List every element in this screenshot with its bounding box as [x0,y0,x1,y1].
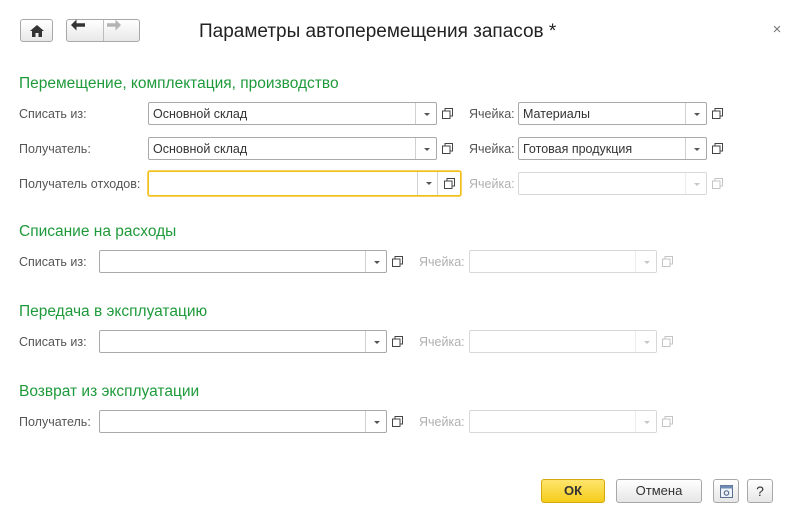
exploitation-cell-label: Ячейка: [419,335,465,349]
ok-button[interactable]: ОК [541,479,605,503]
open-form-icon [662,336,673,347]
expenses-cell-label: Ячейка: [419,255,465,269]
recipient-cell-value: Готовая продукция [523,142,633,156]
write-off-label: Списать из: [19,107,87,121]
chevron-down-icon[interactable] [685,138,706,159]
return-recipient-label: Получатель: [19,415,91,429]
open-form-icon [712,108,723,119]
chevron-down-icon[interactable] [415,103,436,124]
section-title-expenses: Списание на расходы [19,223,177,240]
open-form-icon [442,108,453,119]
return-cell-field [469,410,657,433]
open-form-icon [712,178,723,189]
help-button[interactable]: ? [747,479,773,503]
window-title: Параметры автоперемещения запасов * [199,21,557,42]
home-icon [29,24,44,37]
chevron-down-icon [635,411,656,432]
expenses-write-off-open-button[interactable] [387,250,407,273]
arrow-right-icon [107,19,121,31]
write-off-field[interactable]: Основной склад [148,102,437,125]
section-title-movement: Перемещение, комплектация, производство [19,75,339,92]
write-off-value: Основной склад [153,107,248,121]
write-off-cell-value: Материалы [523,107,590,121]
chevron-down-icon[interactable] [365,331,386,352]
home-button[interactable] [20,19,53,42]
expenses-write-off-label: Списать из: [19,255,87,269]
chevron-down-icon [685,173,706,194]
forward-button[interactable] [104,19,139,41]
exploitation-write-off-field[interactable] [99,330,387,353]
form-settings-button[interactable] [713,479,739,503]
cancel-button[interactable]: Отмена [616,479,702,503]
return-cell-label: Ячейка: [419,415,465,429]
open-form-icon [392,416,403,427]
waste-recipient-field[interactable] [148,171,461,196]
chevron-down-icon[interactable] [365,251,386,272]
expenses-cell-field [469,250,657,273]
open-form-icon [392,256,403,267]
open-form-icon [712,143,723,154]
chevron-down-icon[interactable] [417,172,438,195]
waste-cell-label: Ячейка: [469,177,515,191]
return-recipient-field[interactable] [99,410,387,433]
open-form-icon [392,336,403,347]
waste-recipient-open-button[interactable] [437,172,460,195]
return-recipient-open-button[interactable] [387,410,407,433]
chevron-down-icon[interactable] [685,103,706,124]
recipient-cell-field[interactable]: Готовая продукция [518,137,707,160]
recipient-open-button[interactable] [437,137,457,160]
open-form-icon [444,178,455,189]
nav-history-group [66,19,140,42]
exploitation-cell-field [469,330,657,353]
waste-cell-open-button [707,172,727,195]
recipient-cell-label: Ячейка: [469,142,515,156]
recipient-cell-open-button[interactable] [707,137,727,160]
write-off-cell-open-button[interactable] [707,102,727,125]
write-off-cell-label: Ячейка: [469,107,515,121]
chevron-down-icon[interactable] [415,138,436,159]
return-cell-open-button [657,410,677,433]
back-button[interactable] [67,19,103,41]
exploitation-cell-open-button [657,330,677,353]
recipient-field[interactable]: Основной склад [148,137,437,160]
expenses-cell-open-button [657,250,677,273]
form-settings-icon [720,485,733,498]
recipient-label: Получатель: [19,142,91,156]
chevron-down-icon[interactable] [365,411,386,432]
waste-cell-field [518,172,707,195]
open-form-icon [442,143,453,154]
expenses-write-off-field[interactable] [99,250,387,273]
recipient-value: Основной склад [153,142,248,156]
write-off-cell-field[interactable]: Материалы [518,102,707,125]
chevron-down-icon [635,331,656,352]
waste-recipient-label: Получатель отходов: [19,177,141,191]
section-title-exploitation: Передача в эксплуатацию [19,303,208,320]
exploitation-write-off-label: Списать из: [19,335,87,349]
arrow-left-icon [71,19,85,31]
open-form-icon [662,416,673,427]
write-off-open-button[interactable] [437,102,457,125]
open-form-icon [662,256,673,267]
section-title-return: Возврат из эксплуатации [19,383,200,400]
close-icon[interactable]: × [770,22,784,37]
chevron-down-icon [635,251,656,272]
exploitation-write-off-open-button[interactable] [387,330,407,353]
